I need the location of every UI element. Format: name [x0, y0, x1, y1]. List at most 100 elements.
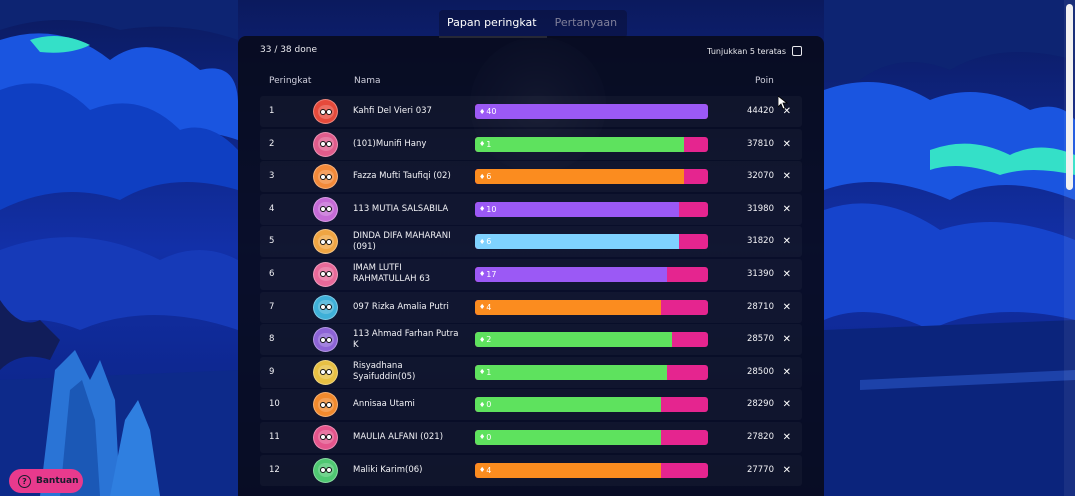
- streak-count: ♦ 2: [475, 335, 491, 344]
- streak-count: ♦ 17: [475, 270, 496, 279]
- monster-face-icon: [317, 267, 334, 282]
- leaderboard-row: 1 Kahfi Del Vieri 037 ♦ 40 44420 ✕: [260, 96, 802, 127]
- streak-value: 4: [486, 465, 492, 475]
- row-rank: 3: [269, 171, 275, 182]
- leaderboard-row: 3 Fazza Mufti Taufiqi (02) ♦ 6 32070 ✕: [260, 161, 802, 192]
- player-points: 28710: [746, 301, 774, 312]
- player-avatar: [313, 392, 338, 418]
- streak-value: 1: [486, 139, 492, 149]
- monster-face-icon: [317, 463, 334, 478]
- streak-count: ♦ 0: [475, 400, 491, 409]
- remove-player-icon[interactable]: ✕: [783, 259, 791, 290]
- score-bar: ♦ 1: [475, 364, 708, 380]
- player-avatar: [313, 131, 338, 157]
- player-avatar: [313, 229, 338, 255]
- score-bar: ♦ 0: [475, 397, 708, 413]
- flame-icon: ♦: [479, 303, 486, 312]
- remove-player-icon[interactable]: ✕: [783, 357, 791, 388]
- player-avatar: [313, 424, 338, 450]
- score-bar-fill: ♦ 4: [475, 299, 662, 315]
- monster-face-icon: [317, 104, 334, 119]
- streak-count: ♦ 4: [475, 303, 491, 312]
- player-points: 28570: [746, 334, 774, 345]
- player-avatar: [313, 327, 338, 353]
- streak-value: 6: [486, 172, 492, 182]
- monster-face-icon: [317, 137, 334, 152]
- monster-face-icon: [317, 430, 334, 445]
- score-bar-fill: ♦ 1: [475, 364, 668, 380]
- remove-player-icon[interactable]: ✕: [783, 129, 791, 160]
- score-bar-fill: ♦ 6: [475, 234, 679, 250]
- remove-player-icon[interactable]: ✕: [783, 292, 791, 323]
- streak-value: 6: [486, 237, 492, 247]
- help-button[interactable]: ? Bantuan: [9, 469, 83, 493]
- score-bar: ♦ 1: [475, 136, 708, 152]
- leaderboard-row: 12 Maliki Karim(06) ♦ 4 27770 ✕: [260, 455, 802, 486]
- streak-value: 0: [486, 400, 492, 410]
- score-bar: ♦ 2: [475, 332, 708, 348]
- help-label: Bantuan: [36, 476, 79, 486]
- player-avatar: [313, 261, 338, 287]
- show-top5-label: Tunjukkan 5 teratas: [707, 46, 786, 56]
- player-name: MAULIA ALFANI (021): [353, 431, 444, 442]
- player-points: 28290: [746, 399, 774, 410]
- remove-player-icon[interactable]: ✕: [783, 389, 791, 420]
- score-bar: ♦ 6: [475, 169, 708, 185]
- column-header-points: Poin: [755, 76, 774, 86]
- column-header-name: Nama: [354, 76, 381, 86]
- flame-icon: ♦: [479, 107, 486, 116]
- player-name: 097 Rizka Amalia Putri: [353, 301, 449, 312]
- player-points: 27820: [746, 431, 774, 442]
- player-points: 37810: [746, 138, 774, 149]
- show-top5-toggle[interactable]: Tunjukkan 5 teratas: [707, 46, 802, 56]
- streak-count: ♦ 1: [475, 140, 491, 149]
- page-scrollbar[interactable]: [1064, 0, 1075, 496]
- leaderboard-row: 6 IMAM LUTFI RAHMATULLAH 63 ♦ 17 31390 ✕: [260, 259, 802, 290]
- remove-player-icon[interactable]: ✕: [783, 422, 791, 453]
- leaderboard-list: 1 Kahfi Del Vieri 037 ♦ 40 44420 ✕ 2 (101)Munif…: [260, 96, 802, 487]
- player-name: 113 MUTIA SALSABILA: [353, 203, 449, 214]
- remove-player-icon[interactable]: ✕: [783, 194, 791, 225]
- scrollbar-thumb[interactable]: [1066, 4, 1073, 190]
- row-rank: 5: [269, 236, 275, 247]
- tab-leaderboard[interactable]: Papan peringkat: [439, 10, 547, 38]
- flame-icon: ♦: [479, 205, 486, 214]
- score-bar-fill: ♦ 0: [475, 429, 662, 445]
- streak-value: 0: [486, 432, 492, 442]
- player-name: DINDA DIFA MAHARANI (091): [353, 230, 451, 252]
- remove-player-icon[interactable]: ✕: [783, 324, 791, 355]
- mouse-cursor-icon: [778, 96, 788, 110]
- row-rank: 2: [269, 138, 275, 149]
- monster-face-icon: [317, 300, 334, 315]
- flame-icon: ♦: [479, 466, 486, 475]
- remove-player-icon[interactable]: ✕: [783, 455, 791, 486]
- flame-icon: ♦: [479, 270, 486, 279]
- player-points: 31980: [746, 203, 774, 214]
- score-bar-fill: ♦ 17: [475, 266, 668, 282]
- streak-value: 2: [486, 335, 492, 345]
- score-bar: ♦ 6: [475, 234, 708, 250]
- score-bar: ♦ 10: [475, 201, 708, 217]
- score-bar: ♦ 4: [475, 462, 708, 478]
- score-bar-fill: ♦ 0: [475, 397, 662, 413]
- player-points: 31390: [746, 268, 774, 279]
- monster-face-icon: [317, 365, 334, 380]
- player-points: 28500: [746, 366, 774, 377]
- streak-count: ♦ 40: [475, 107, 496, 116]
- completion-progress: 33 / 38 done: [260, 45, 317, 55]
- monster-face-icon: [317, 169, 334, 184]
- show-top5-checkbox[interactable]: [792, 46, 802, 56]
- leaderboard-row: 9 Risyadhana Syaifuddin(05) ♦ 1 28500 ✕: [260, 357, 802, 388]
- player-points: 44420: [746, 106, 774, 116]
- streak-value: 10: [486, 204, 497, 214]
- remove-player-icon[interactable]: ✕: [783, 226, 791, 257]
- remove-player-icon[interactable]: ✕: [783, 161, 791, 192]
- player-name: Annisaa Utami: [353, 399, 415, 410]
- player-avatar: [313, 99, 338, 124]
- row-rank: 9: [269, 366, 275, 377]
- row-rank: 6: [269, 268, 275, 279]
- streak-count: ♦ 10: [475, 205, 496, 214]
- flame-icon: ♦: [479, 400, 486, 409]
- tab-questions[interactable]: Pertanyaan: [547, 10, 628, 38]
- row-rank: 10: [269, 399, 280, 410]
